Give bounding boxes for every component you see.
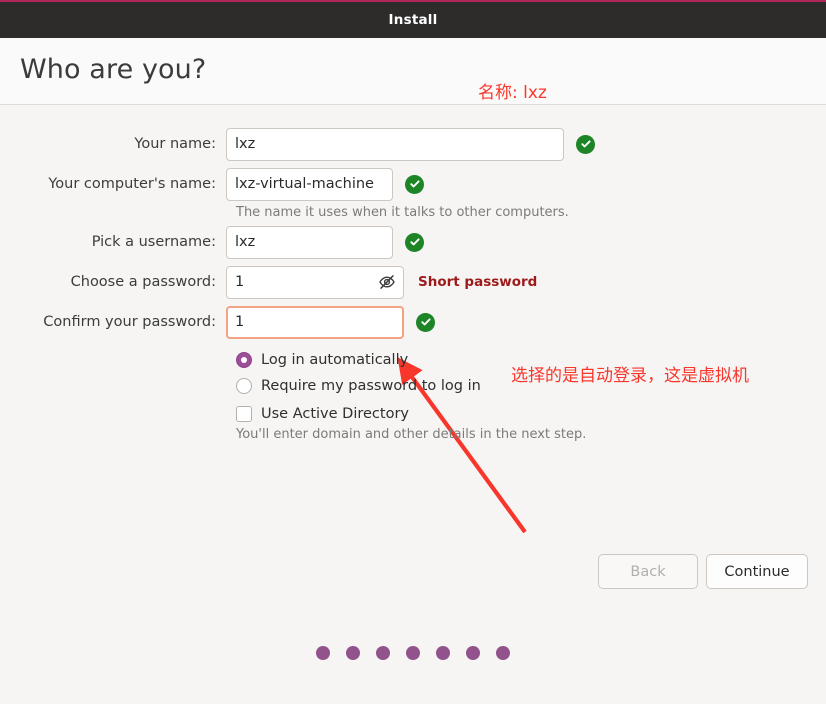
annotation-name-label: 名称: lxz: [478, 83, 547, 103]
eye-slash-icon[interactable]: [378, 273, 396, 291]
option-label-require-password: Require my password to log in: [261, 378, 481, 394]
active-directory-hint: You'll enter domain and other details in…: [236, 427, 587, 442]
progress-dot: [346, 646, 360, 660]
computer-name-input[interactable]: [226, 167, 393, 201]
check-circle-icon: [416, 312, 435, 332]
back-button[interactable]: Back: [598, 554, 698, 589]
check-circle-icon: [576, 134, 595, 154]
progress-dots: [0, 646, 826, 660]
page-header: Who are you?: [0, 38, 826, 105]
option-require-password[interactable]: Require my password to log in: [236, 375, 481, 397]
check-circle-icon: [405, 174, 424, 194]
label-confirm-password: Confirm your password:: [43, 314, 216, 330]
continue-button[interactable]: Continue: [706, 554, 808, 589]
label-password: Choose a password:: [70, 274, 216, 290]
field-group-username: [226, 225, 424, 259]
field-group-computer-name: [226, 167, 424, 201]
option-label-log-in-automatically: Log in automatically: [261, 352, 409, 368]
your-name-input[interactable]: [226, 127, 564, 161]
progress-dot: [466, 646, 480, 660]
field-row-username: Pick a username:: [0, 225, 826, 259]
username-input[interactable]: [226, 225, 393, 259]
option-log-in-automatically[interactable]: Log in automatically: [236, 349, 408, 371]
radio-log-in-automatically[interactable]: [236, 352, 252, 368]
option-use-active-directory[interactable]: Use Active Directory: [236, 403, 409, 425]
progress-dot: [406, 646, 420, 660]
checkbox-use-active-directory[interactable]: [236, 406, 252, 422]
field-row-computer-name: Your computer's name:: [0, 167, 826, 201]
progress-dot: [496, 646, 510, 660]
page-title: Who are you?: [20, 54, 207, 85]
password-warning-text: Short password: [418, 274, 538, 290]
field-group-confirm-password: [226, 305, 435, 339]
field-group-password: Short password: [226, 265, 538, 299]
progress-dot: [436, 646, 450, 660]
label-your-name: Your name:: [134, 136, 216, 152]
install-wizard-window: Install Who are you? 名称: lxz 选择的是自动登录，这是…: [0, 0, 826, 704]
computer-name-hint: The name it uses when it talks to other …: [236, 205, 569, 220]
radio-require-password[interactable]: [236, 378, 252, 394]
window-title: Install: [388, 12, 438, 28]
progress-dot: [316, 646, 330, 660]
option-label-use-active-directory: Use Active Directory: [261, 406, 409, 422]
label-username: Pick a username:: [91, 234, 216, 250]
label-computer-name: Your computer's name:: [48, 176, 216, 192]
title-bar: Install: [0, 2, 826, 38]
annotation-autologin-note: 选择的是自动登录，这是虚拟机: [511, 366, 749, 386]
field-row-password: Choose a password: Short password: [0, 265, 826, 299]
field-row-your-name: Your name:: [0, 127, 826, 161]
confirm-password-input[interactable]: [226, 305, 404, 339]
progress-dot: [376, 646, 390, 660]
check-circle-icon: [405, 232, 424, 252]
field-group-your-name: [226, 127, 595, 161]
field-row-confirm-password: Confirm your password:: [0, 305, 826, 339]
